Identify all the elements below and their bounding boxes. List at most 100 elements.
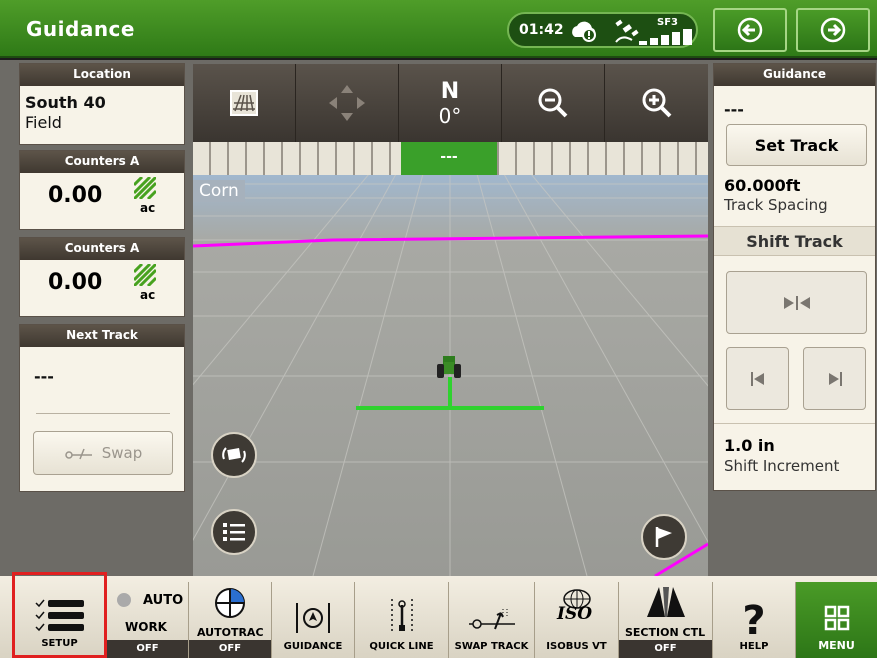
- shift-left-icon: [750, 371, 764, 386]
- rotate-view-button[interactable]: [211, 432, 257, 478]
- swap-label: Swap: [101, 444, 143, 462]
- shift-right-icon: [828, 371, 842, 386]
- auto-label: AUTO: [143, 593, 184, 608]
- track-spacing-label: Track Spacing: [724, 196, 828, 214]
- counter-unit: ac: [140, 201, 156, 215]
- set-track-button[interactable]: Set Track: [726, 124, 867, 166]
- signal-strength-icon: [639, 29, 692, 45]
- counter-header: Counters A: [20, 151, 184, 173]
- help-label: HELP: [739, 641, 769, 652]
- swap-icon: [64, 448, 92, 460]
- quick-line-icon: [390, 599, 413, 633]
- back-button[interactable]: [713, 8, 787, 52]
- page-title: Guidance: [26, 17, 135, 41]
- setup-button[interactable]: SETUP: [12, 572, 107, 658]
- work-label: WORK: [125, 620, 167, 634]
- autotrac-label: AUTOTRAC: [197, 626, 264, 639]
- arrow-right-icon: [820, 17, 846, 43]
- area-icon: [134, 177, 156, 199]
- next-track-header: Next Track: [20, 325, 184, 347]
- zoom-out-button[interactable]: [502, 64, 605, 142]
- iso-text: ISO: [557, 604, 593, 624]
- heading-letter: N: [440, 78, 460, 104]
- arrow-left-icon: [737, 17, 763, 43]
- location-panel[interactable]: Location South 40 Field: [19, 63, 185, 145]
- crop-label: Corn: [193, 180, 245, 202]
- status-indicator[interactable]: 01:42 SF3: [507, 12, 698, 48]
- counter-header: Counters A: [20, 238, 184, 260]
- next-track-panel: Next Track --- Swap: [19, 324, 185, 492]
- signal-label: SF3: [657, 17, 678, 28]
- swap-button[interactable]: Swap: [33, 431, 173, 475]
- flag-button[interactable]: [641, 514, 687, 560]
- auto-work-button[interactable]: AUTO WORK OFF: [107, 582, 189, 658]
- section-control-icon: [647, 587, 685, 617]
- counter-panel-2[interactable]: Counters A 0.00 ac: [19, 237, 185, 317]
- section-control-label: SECTION CTL: [625, 626, 706, 639]
- work-state: OFF: [107, 640, 188, 658]
- help-button[interactable]: ? HELP: [713, 582, 796, 658]
- divider: [714, 423, 875, 424]
- counter-panel-1[interactable]: Counters A 0.00 ac: [19, 150, 185, 230]
- guidance-header: Guidance: [714, 64, 875, 86]
- location-type: Field: [25, 113, 62, 132]
- map-list-button[interactable]: [211, 509, 257, 555]
- shift-center-icon: [783, 295, 810, 310]
- lightbar-center: ---: [401, 142, 497, 175]
- cloud-alert-icon: [572, 21, 596, 42]
- help-question-icon: ?: [742, 598, 766, 644]
- autotrac-button[interactable]: AUTOTRAC OFF: [189, 582, 272, 658]
- autotrac-icon: [215, 588, 245, 618]
- next-track-value: ---: [34, 367, 54, 386]
- section-control-state: OFF: [619, 640, 712, 658]
- auto-status-light: [117, 593, 131, 607]
- counter-value: 0.00: [48, 270, 103, 295]
- track-spacing-value: 60.000ft: [724, 176, 801, 195]
- counter-unit: ac: [140, 288, 156, 302]
- shift-increment-value[interactable]: 1.0 in: [724, 436, 775, 455]
- forward-button[interactable]: [796, 8, 870, 52]
- list-icon: [223, 523, 245, 541]
- heading-indicator[interactable]: N 0°: [399, 64, 502, 142]
- setup-checklist-icon: [34, 599, 84, 632]
- zoom-in-icon: [642, 88, 671, 118]
- area-icon: [134, 264, 156, 286]
- rotate-view-icon: [222, 447, 246, 463]
- autotrac-state: OFF: [189, 640, 271, 658]
- menu-label: MENU: [818, 639, 855, 652]
- field-view-button[interactable]: [193, 64, 296, 142]
- heading-degrees: 0°: [438, 103, 462, 128]
- quick-line-button[interactable]: QUICK LINE: [355, 582, 449, 658]
- guidance-panel: Guidance --- Set Track 60.000ft Track Sp…: [713, 63, 876, 491]
- track-name: ---: [724, 100, 744, 119]
- clock-time: 01:42: [519, 22, 564, 38]
- tractor-icon: [437, 356, 461, 378]
- swap-track-label: SWAP TRACK: [454, 641, 529, 652]
- setup-label: SETUP: [41, 638, 78, 649]
- shift-right-button[interactable]: [803, 347, 866, 410]
- shift-increment-label: Shift Increment: [724, 457, 840, 475]
- shift-left-button[interactable]: [726, 347, 789, 410]
- quick-line-label: QUICK LINE: [369, 641, 434, 652]
- isobus-vt-label: ISOBUS VT: [546, 641, 607, 652]
- zoom-out-icon: [538, 88, 568, 118]
- zoom-in-button[interactable]: [605, 64, 708, 142]
- menu-button[interactable]: MENU: [796, 582, 877, 658]
- guidance-label: GUIDANCE: [283, 641, 343, 652]
- field-view-icon: [230, 90, 258, 116]
- swap-track-icon: [468, 609, 515, 630]
- location-name: South 40: [25, 93, 106, 112]
- isobus-vt-button[interactable]: ISO ISOBUS VT: [535, 582, 619, 658]
- counter-value: 0.00: [48, 183, 103, 208]
- flag-icon: [655, 527, 672, 547]
- shift-track-header: Shift Track: [714, 226, 875, 256]
- section-control-button[interactable]: SECTION CTL OFF: [619, 582, 713, 658]
- shift-center-button[interactable]: [726, 271, 867, 334]
- divider: [36, 413, 170, 414]
- pan-button[interactable]: [296, 64, 399, 142]
- swap-track-button[interactable]: SWAP TRACK: [449, 582, 535, 658]
- guidance-icon: [296, 603, 330, 633]
- guidance-button[interactable]: GUIDANCE: [272, 582, 355, 658]
- location-header: Location: [20, 64, 184, 86]
- pan-arrows-icon: [329, 85, 365, 121]
